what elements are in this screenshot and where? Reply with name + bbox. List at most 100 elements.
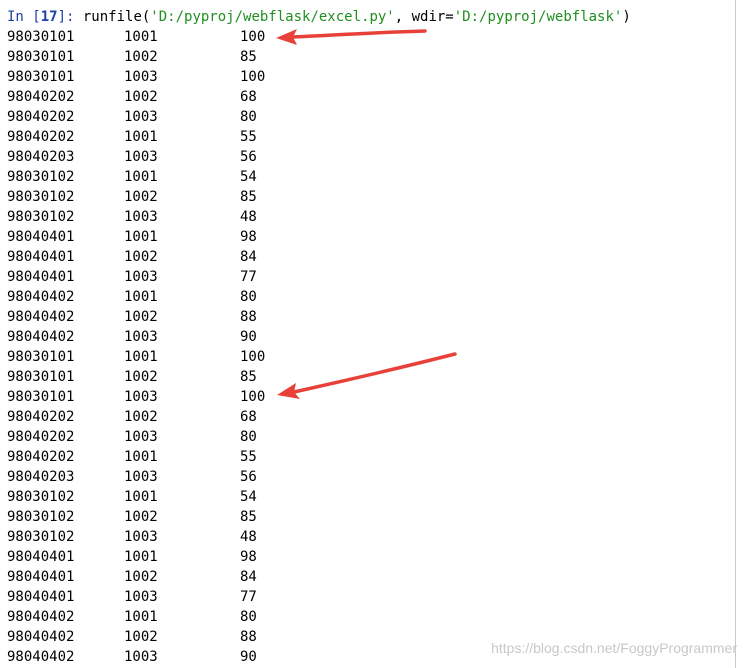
score-cell: 56	[240, 469, 257, 485]
student-id-cell: 98040402	[7, 649, 75, 665]
student-id-cell: 98040402	[7, 609, 75, 625]
output-row: 98030102 1002 85	[7, 507, 407, 527]
output-row: 98030101 1002 85	[7, 367, 407, 387]
output-row: 98040203 1003 56	[7, 467, 407, 487]
student-id-cell: 98030102	[7, 509, 75, 525]
score-cell: 90	[240, 329, 257, 345]
output-row: 98040402 1001 80	[7, 287, 407, 307]
score-cell: 85	[240, 369, 257, 385]
output-row: 98040402 1003 90	[7, 327, 407, 347]
output-row: 98040202 1003 80	[7, 427, 407, 447]
student-id-cell: 98040202	[7, 429, 75, 445]
score-cell: 85	[240, 189, 257, 205]
watermark: https://blog.csdn.net/FoggyProgrammer	[491, 640, 737, 656]
score-cell: 80	[240, 429, 257, 445]
output-row: 98040401 1001 98	[7, 547, 407, 567]
course-id-cell: 1002	[124, 309, 158, 325]
output-row: 98040401 1003 77	[7, 587, 407, 607]
ipython-console[interactable]: In [17]: runfile('D:/pyproj/webflask/exc…	[0, 0, 736, 668]
student-id-cell: 98040401	[7, 269, 75, 285]
score-cell: 90	[240, 649, 257, 665]
prompt-prefix: In [	[7, 9, 41, 25]
course-id-cell: 1002	[124, 409, 158, 425]
course-id-cell: 1003	[124, 209, 158, 225]
score-cell: 98	[240, 549, 257, 565]
score-cell: 77	[240, 589, 257, 605]
course-id-cell: 1001	[124, 129, 158, 145]
output-row: 98040202 1001 55	[7, 447, 407, 467]
student-id-cell: 98030101	[7, 49, 75, 65]
course-id-cell: 1003	[124, 529, 158, 545]
output-row: 98040401 1001 98	[7, 227, 407, 247]
course-id-cell: 1003	[124, 329, 158, 345]
student-id-cell: 98040401	[7, 549, 75, 565]
student-id-cell: 98040202	[7, 109, 75, 125]
student-id-cell: 98040401	[7, 249, 75, 265]
score-cell: 68	[240, 89, 257, 105]
command-close: )	[622, 9, 631, 25]
output-row: 98040402 1003 90	[7, 647, 407, 667]
student-id-cell: 98040401	[7, 229, 75, 245]
score-cell: 80	[240, 289, 257, 305]
course-id-cell: 1003	[124, 109, 158, 125]
output-row: 98040401 1002 84	[7, 247, 407, 267]
score-cell: 55	[240, 449, 257, 465]
course-id-cell: 1001	[124, 609, 158, 625]
output-rows: 98030101 1001 100 98030101 1002 85 98030101 100…	[7, 27, 407, 667]
output-row: 98040402 1002 88	[7, 307, 407, 327]
course-id-cell: 1001	[124, 229, 158, 245]
score-cell: 48	[240, 209, 257, 225]
student-id-cell: 98040401	[7, 569, 75, 585]
student-id-cell: 98030101	[7, 29, 75, 45]
command-file-arg: 'D:/pyproj/webflask/excel.py'	[150, 9, 395, 25]
output-row: 98030102 1001 54	[7, 167, 407, 187]
course-id-cell: 1002	[124, 629, 158, 645]
student-id-cell: 98040203	[7, 469, 75, 485]
command-separator: , wdir=	[394, 9, 454, 25]
student-id-cell: 98040401	[7, 589, 75, 605]
score-cell: 85	[240, 509, 257, 525]
output-row: 98030102 1001 54	[7, 487, 407, 507]
course-id-cell: 1003	[124, 649, 158, 665]
student-id-cell: 98040203	[7, 149, 75, 165]
course-id-cell: 1002	[124, 49, 158, 65]
student-id-cell: 98030101	[7, 69, 75, 85]
output-row: 98040202 1002 68	[7, 87, 407, 107]
score-cell: 80	[240, 109, 257, 125]
course-id-cell: 1003	[124, 589, 158, 605]
score-cell: 84	[240, 249, 257, 265]
output-row: 98040202 1003 80	[7, 107, 407, 127]
score-cell: 88	[240, 309, 257, 325]
student-id-cell: 98030102	[7, 529, 75, 545]
course-id-cell: 1003	[124, 469, 158, 485]
output-row: 98040401 1003 77	[7, 267, 407, 287]
output-row: 98030101 1001 100	[7, 27, 407, 47]
score-cell: 68	[240, 409, 257, 425]
student-id-cell: 98040402	[7, 289, 75, 305]
course-id-cell: 1003	[124, 149, 158, 165]
course-id-cell: 1002	[124, 369, 158, 385]
score-cell: 100	[240, 389, 266, 405]
output-row: 98040402 1001 80	[7, 607, 407, 627]
output-row: 98040203 1003 56	[7, 147, 407, 167]
output-row: 98030102 1002 85	[7, 187, 407, 207]
student-id-cell: 98040202	[7, 89, 75, 105]
course-id-cell: 1001	[124, 489, 158, 505]
command-call: runfile(	[74, 9, 151, 25]
output-row: 98030101 1002 85	[7, 47, 407, 67]
course-id-cell: 1001	[124, 29, 158, 45]
score-cell: 54	[240, 489, 257, 505]
student-id-cell: 98040402	[7, 629, 75, 645]
course-id-cell: 1001	[124, 449, 158, 465]
student-id-cell: 98030101	[7, 369, 75, 385]
output-row: 98040401 1002 84	[7, 567, 407, 587]
student-id-cell: 98030101	[7, 389, 75, 405]
student-id-cell: 98040202	[7, 129, 75, 145]
prompt-number: 17	[40, 9, 58, 25]
score-cell: 100	[240, 349, 266, 365]
command-wdir-arg: 'D:/pyproj/webflask'	[453, 9, 623, 25]
output-row: 98040202 1002 68	[7, 407, 407, 427]
output-row: 98030102 1003 48	[7, 527, 407, 547]
course-id-cell: 1002	[124, 89, 158, 105]
course-id-cell: 1003	[124, 389, 158, 405]
